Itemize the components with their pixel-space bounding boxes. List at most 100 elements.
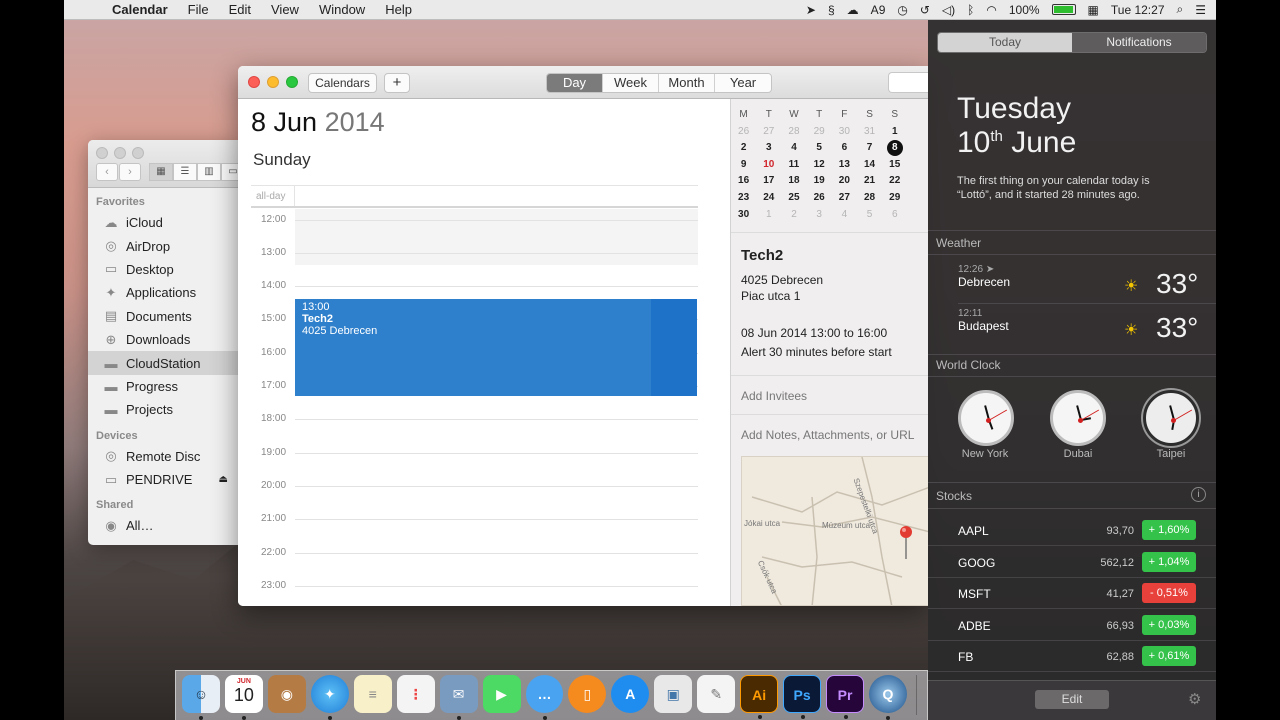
finder-icon[interactable]: ☺ [182,675,220,720]
photoshop-icon[interactable]: Ps [783,675,822,719]
premiere-icon[interactable]: Pr [826,675,864,719]
mini-day[interactable]: 3 [756,140,781,157]
sidebar-item-desktop[interactable]: ▭ Desktop [88,258,238,281]
time-machine-icon[interactable]: ↺ [920,3,930,17]
mini-day[interactable]: 13 [832,157,857,174]
mini-day[interactable]: 4 [781,140,806,157]
event-datetime[interactable]: 08 Jun 2014 13:00 to 16:00 [741,326,887,340]
mini-day[interactable]: 5 [807,140,832,157]
mini-day[interactable]: 1 [882,124,907,141]
clock-face-icon[interactable] [1143,390,1199,446]
mini-day[interactable]: 19 [807,173,832,190]
mini-day[interactable]: 25 [781,190,806,207]
safari-icon[interactable]: ✦ [310,675,349,720]
adobe-icon[interactable]: A9 [871,3,886,17]
menu-view[interactable]: View [261,2,309,17]
list-view-icon[interactable]: ☰ [173,163,197,181]
spotlight-icon[interactable]: ⌕ [1177,2,1184,17]
hour-grid[interactable]: 12:00 13:00 14:00 15:00 16:00 17:00 18:0… [251,209,698,606]
sidebar-item-downloads[interactable]: ⊕ Downloads [88,328,238,351]
mail-icon[interactable]: ✉ [439,675,478,720]
sidebar-item-documents[interactable]: ▤ Documents [88,305,238,328]
mini-day[interactable]: 28 [781,124,806,141]
mini-day[interactable]: 15 [882,157,907,174]
stock-row[interactable]: AAPL 93,70 + 1,60% [928,515,1216,546]
preview-icon[interactable]: ▣ [654,675,693,713]
menu-file[interactable]: File [178,2,219,17]
cloud-icon[interactable]: ☁ [847,3,859,17]
icon-view-icon[interactable]: ▦ [149,163,173,181]
mini-day-selected[interactable]: 8 [882,140,907,157]
location-map[interactable]: Jókai utca Múzeum utca Szepestelki utca … [741,456,928,606]
all-day-row[interactable]: all-day [251,185,698,208]
weather-row[interactable]: 12:11 Budapest ☀ 33° [958,308,1208,348]
mini-day[interactable]: 6 [882,207,907,224]
add-notes-field[interactable]: Add Notes, Attachments, or URL [741,428,914,442]
calendar-app-icon[interactable]: JUN 10 [224,675,263,720]
notification-center-icon[interactable]: ☰ [1195,3,1206,17]
textedit-icon[interactable]: ✎ [697,675,736,713]
event-location-line1[interactable]: 4025 Debrecen [741,273,823,287]
mini-day[interactable]: 1 [756,207,781,224]
mini-day[interactable]: 7 [857,140,882,157]
wifi-icon[interactable]: ◠ [986,3,996,17]
app-menu[interactable]: Calendar [110,2,178,17]
app-store-icon[interactable]: A [611,675,650,713]
messages-icon[interactable]: … [525,675,564,720]
tab-notifications[interactable]: Notifications [1072,33,1206,52]
event-title-field[interactable]: Tech2 [741,247,783,264]
stock-row[interactable]: FB 62,88 + 0,61% [928,641,1216,672]
stock-change-badge[interactable]: + 0,03% [1142,615,1196,635]
add-event-button[interactable]: + [384,73,410,93]
menu-help[interactable]: Help [375,2,422,17]
quicktime-icon[interactable]: Q [869,675,907,720]
mini-day[interactable]: 30 [832,124,857,141]
mini-day[interactable]: 2 [731,140,756,157]
finder-minimize-button[interactable] [114,147,126,159]
stock-change-badge[interactable]: + 0,61% [1142,646,1196,666]
mini-day[interactable]: 18 [781,173,806,190]
sidebar-item-progress[interactable]: ▬ Progress [88,375,238,398]
mini-day[interactable]: 21 [857,173,882,190]
finder-close-button[interactable] [96,147,108,159]
stock-row[interactable]: ADBE 66,93 + 0,03% [928,610,1216,641]
mini-day-today[interactable]: 10 [756,157,781,174]
mini-day[interactable]: 20 [832,173,857,190]
section-icon[interactable]: § [828,3,835,17]
illustrator-icon[interactable]: Ai [740,675,779,719]
mini-day[interactable]: 2 [781,207,806,224]
zoom-button[interactable] [286,76,298,88]
mini-day[interactable]: 24 [756,190,781,207]
calendars-button[interactable]: Calendars [308,73,377,93]
finder-zoom-button[interactable] [132,147,144,159]
stock-change-badge[interactable]: + 1,60% [1142,520,1196,540]
tab-week[interactable]: Week [603,74,659,92]
stock-change-badge[interactable]: - 0,51% [1142,583,1196,603]
volume-icon[interactable]: ◁) [942,3,955,17]
mini-day[interactable]: 27 [756,124,781,141]
mini-day[interactable]: 17 [756,173,781,190]
mini-day[interactable]: 3 [807,207,832,224]
sidebar-item-remote-disc[interactable]: ◎ Remote Disc [88,445,238,468]
info-icon[interactable]: i [1191,487,1206,502]
clock-face-icon[interactable] [1050,390,1106,446]
search-input[interactable] [888,72,928,93]
mini-day[interactable]: 30 [731,207,756,224]
sidebar-item-all[interactable]: ◉ All… [88,514,238,537]
mini-day[interactable]: 27 [832,190,857,207]
mini-day[interactable]: 29 [882,190,907,207]
mini-day[interactable]: 31 [857,124,882,141]
menu-edit[interactable]: Edit [219,2,261,17]
mini-day[interactable]: 23 [731,190,756,207]
tab-today[interactable]: Today [938,33,1072,52]
mini-day[interactable]: 6 [832,140,857,157]
back-icon[interactable]: ‹ [96,163,118,181]
contacts-icon[interactable]: ◉ [267,675,306,713]
mini-day[interactable]: 26 [807,190,832,207]
sidebar-item-airdrop[interactable]: ◎ AirDrop [88,234,238,257]
stock-row[interactable]: MSFT 41,27 - 0,51% [928,578,1216,609]
mini-day[interactable]: 29 [807,124,832,141]
tab-day[interactable]: Day [547,74,603,92]
bluetooth-icon[interactable]: ᛒ [967,3,974,17]
mini-day[interactable]: 4 [832,207,857,224]
